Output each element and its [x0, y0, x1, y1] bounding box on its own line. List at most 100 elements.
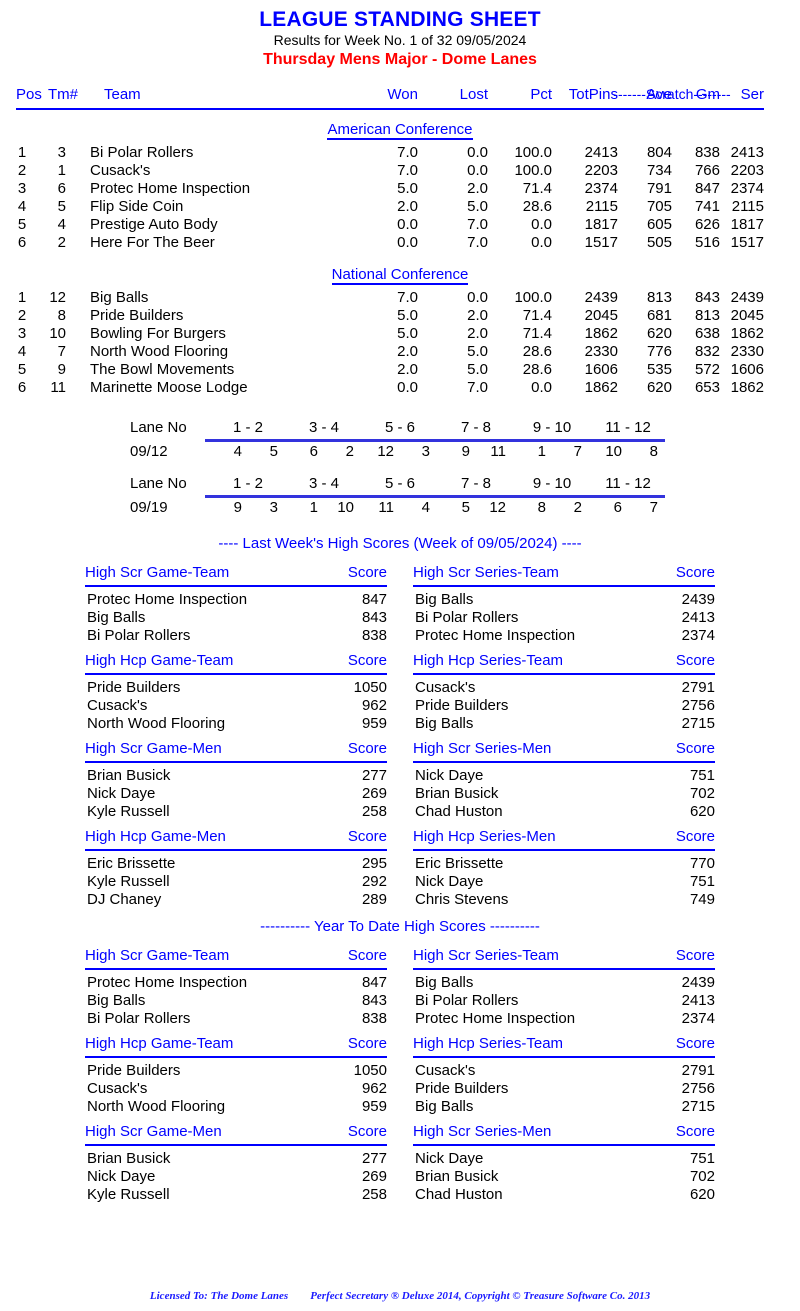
standings-cell-tm: 4 [57, 216, 66, 233]
standings-cell-pos: 4 [17, 198, 27, 215]
high-score-row: Nick Daye 269 [85, 785, 387, 803]
standings-cell-won: 7.0 [397, 144, 418, 161]
lane-pair-label: 9 - 10 [532, 419, 572, 436]
high-score-column-right: High Scr Series-Team Score Big Balls 2439 Bi… [413, 947, 715, 1028]
standings-cell-ser: 1606 [730, 361, 764, 378]
high-score-entry-value: 289 [361, 891, 387, 908]
standings-header-row: Pos Tm# Team Won Lost Pct TotPins Ave Gm… [0, 86, 800, 110]
high-score-category-label: High Hcp Series-Men [413, 828, 556, 845]
standings-cell-pct: 100.0 [514, 144, 552, 161]
high-score-entry-name: Pride Builders [415, 697, 509, 714]
high-score-entry-value: 2439 [681, 974, 715, 991]
lane-team-first: 10 [605, 443, 622, 460]
lane-schedule-rule [205, 439, 665, 442]
standings-cell-ave: 535 [646, 361, 672, 378]
high-score-row: Nick Daye 269 [85, 1168, 387, 1186]
high-score-entry-value: 751 [689, 767, 715, 784]
high-score-row: Bi Polar Rollers 2413 [413, 609, 715, 627]
high-score-entry-name: Protec Home Inspection [87, 591, 248, 608]
standings-row: 2 8 Pride Builders 5.0 2.0 71.4 2045 681 813 2045 [0, 307, 800, 325]
high-score-row: Kyle Russell 258 [85, 803, 387, 821]
high-score-entry-value: 2756 [681, 697, 715, 714]
standings-cell-gm: 653 [694, 379, 720, 396]
standings-cell-ave: 705 [646, 198, 672, 215]
high-score-row: Brian Busick 702 [413, 1168, 715, 1186]
conference-rows: 1 12 Big Balls 7.0 0.0 100.0 2439 813 843 2439 2 8 P… [0, 289, 800, 397]
high-score-row: Bi Polar Rollers 2413 [413, 992, 715, 1010]
standings-cell-gm: 572 [694, 361, 720, 378]
high-score-entry-value: 269 [361, 1168, 387, 1185]
footer: Licensed To: The Dome Lanes Perfect Secre… [0, 1290, 800, 1302]
standings-cell-totpins: 2413 [584, 144, 618, 161]
high-score-entry-value: 2791 [681, 1062, 715, 1079]
week-subtitle: Results for Week No. 1 of 32 09/05/2024 [273, 32, 527, 48]
standings-cell-pos: 3 [17, 325, 27, 342]
standings-cell-pos: 5 [17, 361, 27, 378]
column-header-pct: Pct [530, 86, 552, 103]
standings-cell-ser: 1817 [730, 216, 764, 233]
conference-title-label: American Conference [327, 121, 473, 140]
standings-cell-gm: 832 [694, 343, 720, 360]
high-score-entry-value: 2413 [681, 992, 715, 1009]
standings-cell-ser: 1862 [730, 325, 764, 342]
standings-cell-lost: 7.0 [467, 216, 488, 233]
high-score-entry-value: 1050 [353, 1062, 387, 1079]
standings-cell-gm: 813 [694, 307, 720, 324]
column-header-pos: Pos [16, 86, 42, 103]
high-score-score-label: Score [347, 1035, 387, 1052]
high-score-column-header: High Hcp Series-Team Score [413, 652, 715, 675]
high-score-entry-name: Kyle Russell [87, 873, 170, 890]
standings-cell-tm: 6 [57, 180, 66, 197]
high-score-column-right: High Scr Series-Men Score Nick Daye 751 Bria… [413, 740, 715, 821]
high-score-row: Brian Busick 277 [85, 767, 387, 785]
standings-cell-ave: 505 [646, 234, 672, 251]
league-standing-sheet-page: LEAGUE STANDING SHEET Results for Week N… [0, 9, 800, 1311]
high-score-entry-name: Nick Daye [87, 1168, 156, 1185]
standings-cell-won: 0.0 [397, 234, 418, 251]
high-score-entry-name: Nick Daye [415, 873, 484, 890]
high-score-score-label: Score [675, 1123, 715, 1140]
standings-cell-tm: 12 [49, 289, 66, 306]
high-score-score-label: Score [675, 1035, 715, 1052]
column-header-tm: Tm# [48, 86, 78, 103]
high-score-entry-value: 843 [361, 992, 387, 1009]
high-score-column-header: High Hcp Series-Team Score [413, 1035, 715, 1058]
high-score-rows: Big Balls 2439 Bi Polar Rollers 2413 Protec … [413, 974, 715, 1028]
high-score-entry-name: Cusack's [87, 1080, 148, 1097]
high-score-column-left: High Scr Game-Team Score Protec Home Inspe… [85, 947, 387, 1028]
lane-no-label: Lane No [130, 419, 187, 436]
high-score-score-label: Score [347, 828, 387, 845]
high-score-row: Big Balls 843 [85, 609, 387, 627]
standings-cell-pct: 28.6 [522, 343, 552, 360]
high-score-row: Brian Busick 277 [85, 1150, 387, 1168]
standings-cell-ave: 791 [646, 180, 672, 197]
high-score-entry-name: Pride Builders [87, 1062, 181, 1079]
high-score-entry-value: 838 [361, 627, 387, 644]
standings-cell-tm: 5 [57, 198, 66, 215]
high-score-column-left: High Scr Game-Team Score Protec Home Inspe… [85, 564, 387, 645]
high-score-row: Protec Home Inspection 2374 [413, 627, 715, 645]
high-score-rows: Protec Home Inspection 847 Big Balls 843 Bi … [85, 974, 387, 1028]
column-header-team: Team [104, 86, 141, 103]
high-score-entry-value: 2374 [681, 627, 715, 644]
standings-cell-pct: 71.4 [522, 307, 552, 324]
standings-cell-won: 0.0 [397, 216, 418, 233]
standings-cell-pct: 100.0 [514, 162, 552, 179]
standings-row: 4 5 Flip Side Coin 2.0 5.0 28.6 2115 705 741 2115 [0, 198, 800, 216]
lane-schedule-section: Lane No 09/12 1 - 2453 - 4625 - 6 12 3 7 - 89… [0, 419, 800, 521]
last-week-section-title: ---- Last Week's High Scores (Week of 09… [218, 535, 582, 552]
high-score-rows: Pride Builders 1050 Cusack's 962 North Wood … [85, 1062, 387, 1116]
standings-cell-ave: 620 [646, 325, 672, 342]
lane-schedule-rule [205, 495, 665, 498]
high-score-row: North Wood Flooring 959 [85, 715, 387, 733]
high-score-column-header: High Scr Series-Men Score [413, 740, 715, 763]
high-score-entry-name: Bi Polar Rollers [415, 609, 519, 626]
standings-cell-ser: 2115 [731, 198, 764, 215]
high-score-category-label: High Scr Series-Team [413, 947, 559, 964]
high-score-rows: Big Balls 2439 Bi Polar Rollers 2413 Protec … [413, 591, 715, 645]
standings-cell-won: 2.0 [397, 361, 418, 378]
high-score-column-left: High Scr Game-Men Score Brian Busick 277 Nic… [85, 1123, 387, 1204]
high-score-column-header: High Hcp Game-Team Score [85, 652, 387, 675]
lane-team-second: 11 [490, 443, 506, 460]
high-score-entry-value: 1050 [353, 679, 387, 696]
